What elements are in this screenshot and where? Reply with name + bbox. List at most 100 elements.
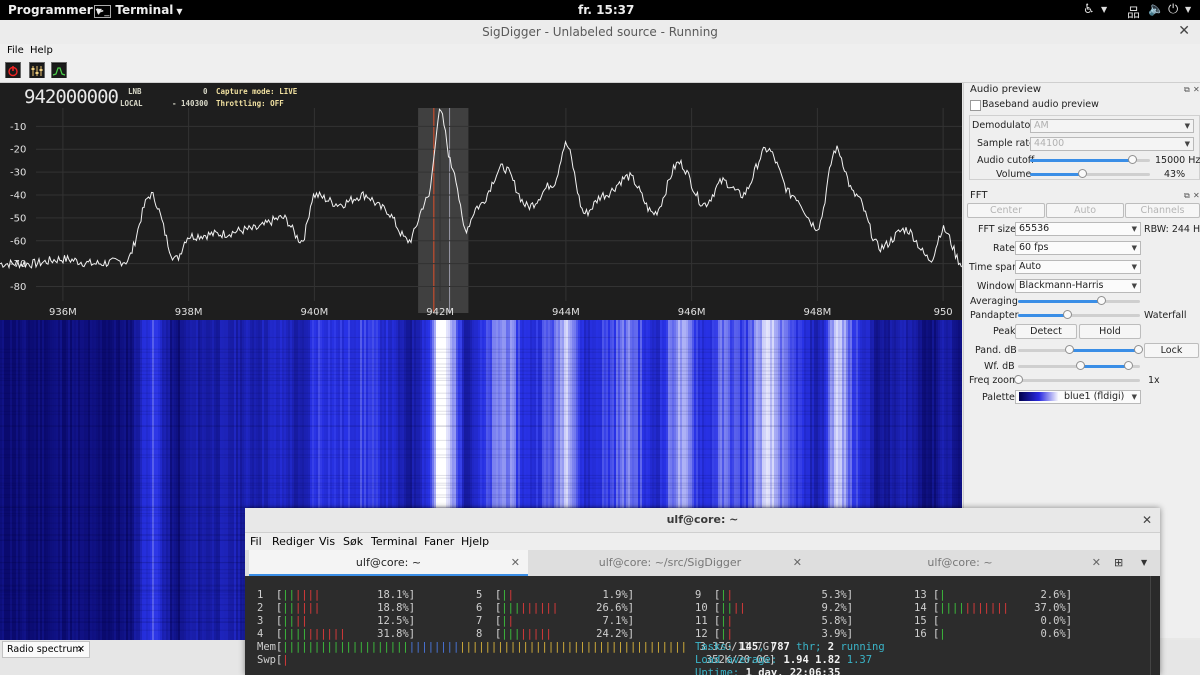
- audio-cutoff-slider[interactable]: [1030, 155, 1150, 164]
- close-dock-icon[interactable]: ✕: [1193, 191, 1200, 200]
- window-select[interactable]: Blackmann-Harris ▼: [1015, 279, 1141, 293]
- menu-rediger[interactable]: Rediger: [272, 535, 314, 548]
- time-span-select[interactable]: Auto ▼: [1015, 260, 1141, 274]
- close-dock-icon[interactable]: ✕: [1193, 85, 1200, 94]
- y-tick-label: -70: [10, 259, 26, 270]
- cpu-number: 4: [257, 628, 276, 640]
- pandapter-waterfall-slider[interactable]: [1018, 310, 1140, 319]
- slider-handle[interactable]: [1096, 296, 1106, 305]
- window-label: Window: [977, 281, 1015, 292]
- cpu-percent: 1.9%: [513, 589, 628, 601]
- cpu-meter: 5 [|| 1.9%]: [476, 589, 634, 601]
- cpu-percent: 2.6%: [945, 589, 1066, 601]
- detect-button[interactable]: Detect: [1015, 324, 1077, 339]
- averaging-slider[interactable]: [1018, 296, 1140, 305]
- terminal-tab-sigdigger[interactable]: ulf@core: ~/src/SigDigger ✕: [530, 550, 810, 576]
- bracket: ]: [846, 589, 854, 601]
- wf-db-range-slider[interactable]: [1018, 361, 1140, 370]
- close-icon[interactable]: ✕: [1092, 550, 1101, 575]
- channels-button[interactable]: Channels: [1125, 203, 1200, 218]
- menu-help[interactable]: Help: [30, 45, 53, 56]
- terminal-tab-home-2[interactable]: ulf@core: ~ ✕: [811, 550, 1109, 576]
- cpu-percent: 5.3%: [732, 589, 847, 601]
- spectrum-view-button[interactable]: [51, 62, 67, 78]
- cpu-bar-user: |||: [501, 628, 521, 640]
- fft-size-select[interactable]: 65536 ▼: [1015, 222, 1141, 236]
- close-icon[interactable]: ✕: [77, 642, 85, 658]
- demodulator-select[interactable]: AM ▼: [1030, 119, 1194, 133]
- slider-handle[interactable]: [1077, 169, 1087, 178]
- slider-handle-high[interactable]: [1123, 361, 1133, 370]
- slider-handle-low[interactable]: [1076, 361, 1086, 370]
- chevron-down-icon: ▼: [1131, 393, 1137, 401]
- palette-swatch: [1019, 392, 1059, 401]
- y-tick-label: -20: [10, 145, 26, 156]
- menu-fil[interactable]: Fil: [250, 535, 262, 548]
- chevron-down-icon[interactable]: ▼: [1141, 558, 1147, 567]
- menu-terminal[interactable]: Terminal: [371, 535, 418, 548]
- terminal-window[interactable]: ulf@core: ~ ✕ Fil Rediger Vis Søk Termin…: [245, 508, 1160, 675]
- power-icon: [6, 64, 20, 78]
- close-icon[interactable]: ✕: [793, 550, 802, 575]
- settings-button[interactable]: [29, 62, 45, 78]
- slider-handle[interactable]: [1062, 310, 1072, 319]
- waterfall-scanline: [0, 494, 962, 496]
- toolbar: [0, 59, 1200, 83]
- applications-menu[interactable]: Programmer ▼: [8, 3, 102, 17]
- close-icon[interactable]: ✕: [1142, 513, 1152, 527]
- close-icon[interactable]: ✕: [511, 550, 520, 575]
- mem-bar-used: ||||||||||||||||||||: [282, 641, 409, 653]
- chevron-down-icon: ▼: [1131, 225, 1137, 233]
- lock-button[interactable]: Lock: [1144, 343, 1199, 358]
- network-icon[interactable]: 品: [1127, 2, 1140, 21]
- pandapter-label: Pandapter: [970, 310, 1019, 321]
- swp-label: Swp: [257, 654, 276, 666]
- cpu-percent: 5.8%: [732, 615, 847, 627]
- cpu-percent: 26.6%: [558, 602, 628, 614]
- accessibility-icon[interactable]: ♿: [1083, 2, 1095, 17]
- sample-rate-select[interactable]: 44100 ▼: [1030, 137, 1194, 151]
- slider-handle-low[interactable]: [1065, 345, 1075, 354]
- terminal-tab-home[interactable]: ulf@core: ~ ✕: [249, 550, 528, 576]
- cpu-number: 12: [695, 628, 714, 640]
- hold-button[interactable]: Hold: [1079, 324, 1141, 339]
- menu-file[interactable]: File: [7, 45, 24, 56]
- bracket: ]: [408, 628, 416, 640]
- power-icon[interactable]: ⏻: [1168, 2, 1178, 17]
- slider-handle[interactable]: [1014, 375, 1023, 384]
- baseband-audio-checkbox[interactable]: [970, 100, 981, 111]
- y-tick-label: -60: [10, 236, 26, 247]
- center-button[interactable]: Center: [967, 203, 1045, 218]
- menu-vis[interactable]: Vis: [319, 535, 335, 548]
- power-toggle-button[interactable]: [5, 62, 21, 78]
- pand-db-range-slider[interactable]: [1018, 345, 1143, 354]
- tab-radio-spectrum[interactable]: Radio spectrum ✕: [2, 641, 90, 658]
- volume-slider[interactable]: [1030, 169, 1150, 178]
- waterfall-scanline: [0, 351, 962, 353]
- bracket: ]: [408, 615, 416, 627]
- float-dock-icon[interactable]: ⧉: [1184, 191, 1190, 201]
- close-icon[interactable]: ✕: [1178, 23, 1190, 39]
- menu-sok[interactable]: Søk: [343, 535, 363, 548]
- terminal-app-menu[interactable]: >_ Terminal ▼: [94, 3, 183, 18]
- terminal-scrollbar[interactable]: [1150, 576, 1160, 675]
- chevron-down-icon: ▼: [1185, 5, 1192, 14]
- new-tab-icon[interactable]: ⊞: [1114, 556, 1123, 569]
- terminal-screen[interactable]: 1 [|||||| 18.1%] 2 [|||||| 18.8%] 3 [|||| …: [245, 576, 1151, 675]
- x-tick-label: 938M: [175, 307, 203, 318]
- slider-handle[interactable]: [1128, 155, 1137, 164]
- float-dock-icon[interactable]: ⧉: [1184, 85, 1190, 95]
- rate-select[interactable]: 60 fps ▼: [1015, 241, 1141, 255]
- slider-handle-high[interactable]: [1133, 345, 1143, 354]
- clock[interactable]: fr. 15:37: [578, 3, 634, 17]
- menu-faner[interactable]: Faner: [424, 535, 454, 548]
- palette-select[interactable]: blue1 (fldigi) ▼: [1015, 390, 1141, 404]
- volume-icon[interactable]: 🔈: [1148, 2, 1164, 17]
- fft-size-label: FFT size: [978, 224, 1017, 235]
- menu-hjelp[interactable]: Hjelp: [461, 535, 489, 548]
- auto-button[interactable]: Auto: [1046, 203, 1124, 218]
- freq-zoom-slider[interactable]: [1014, 375, 1140, 384]
- spectrum-panel[interactable]: 942000000 LNB 0 LOCAL - 140300 Capture m…: [0, 83, 962, 320]
- cpu-bar-user: |||: [501, 602, 521, 614]
- spectrum-plot[interactable]: -10 -20 -30 -40 -50 -60 -70 -80 936M 938M 940M 942M…: [0, 83, 962, 320]
